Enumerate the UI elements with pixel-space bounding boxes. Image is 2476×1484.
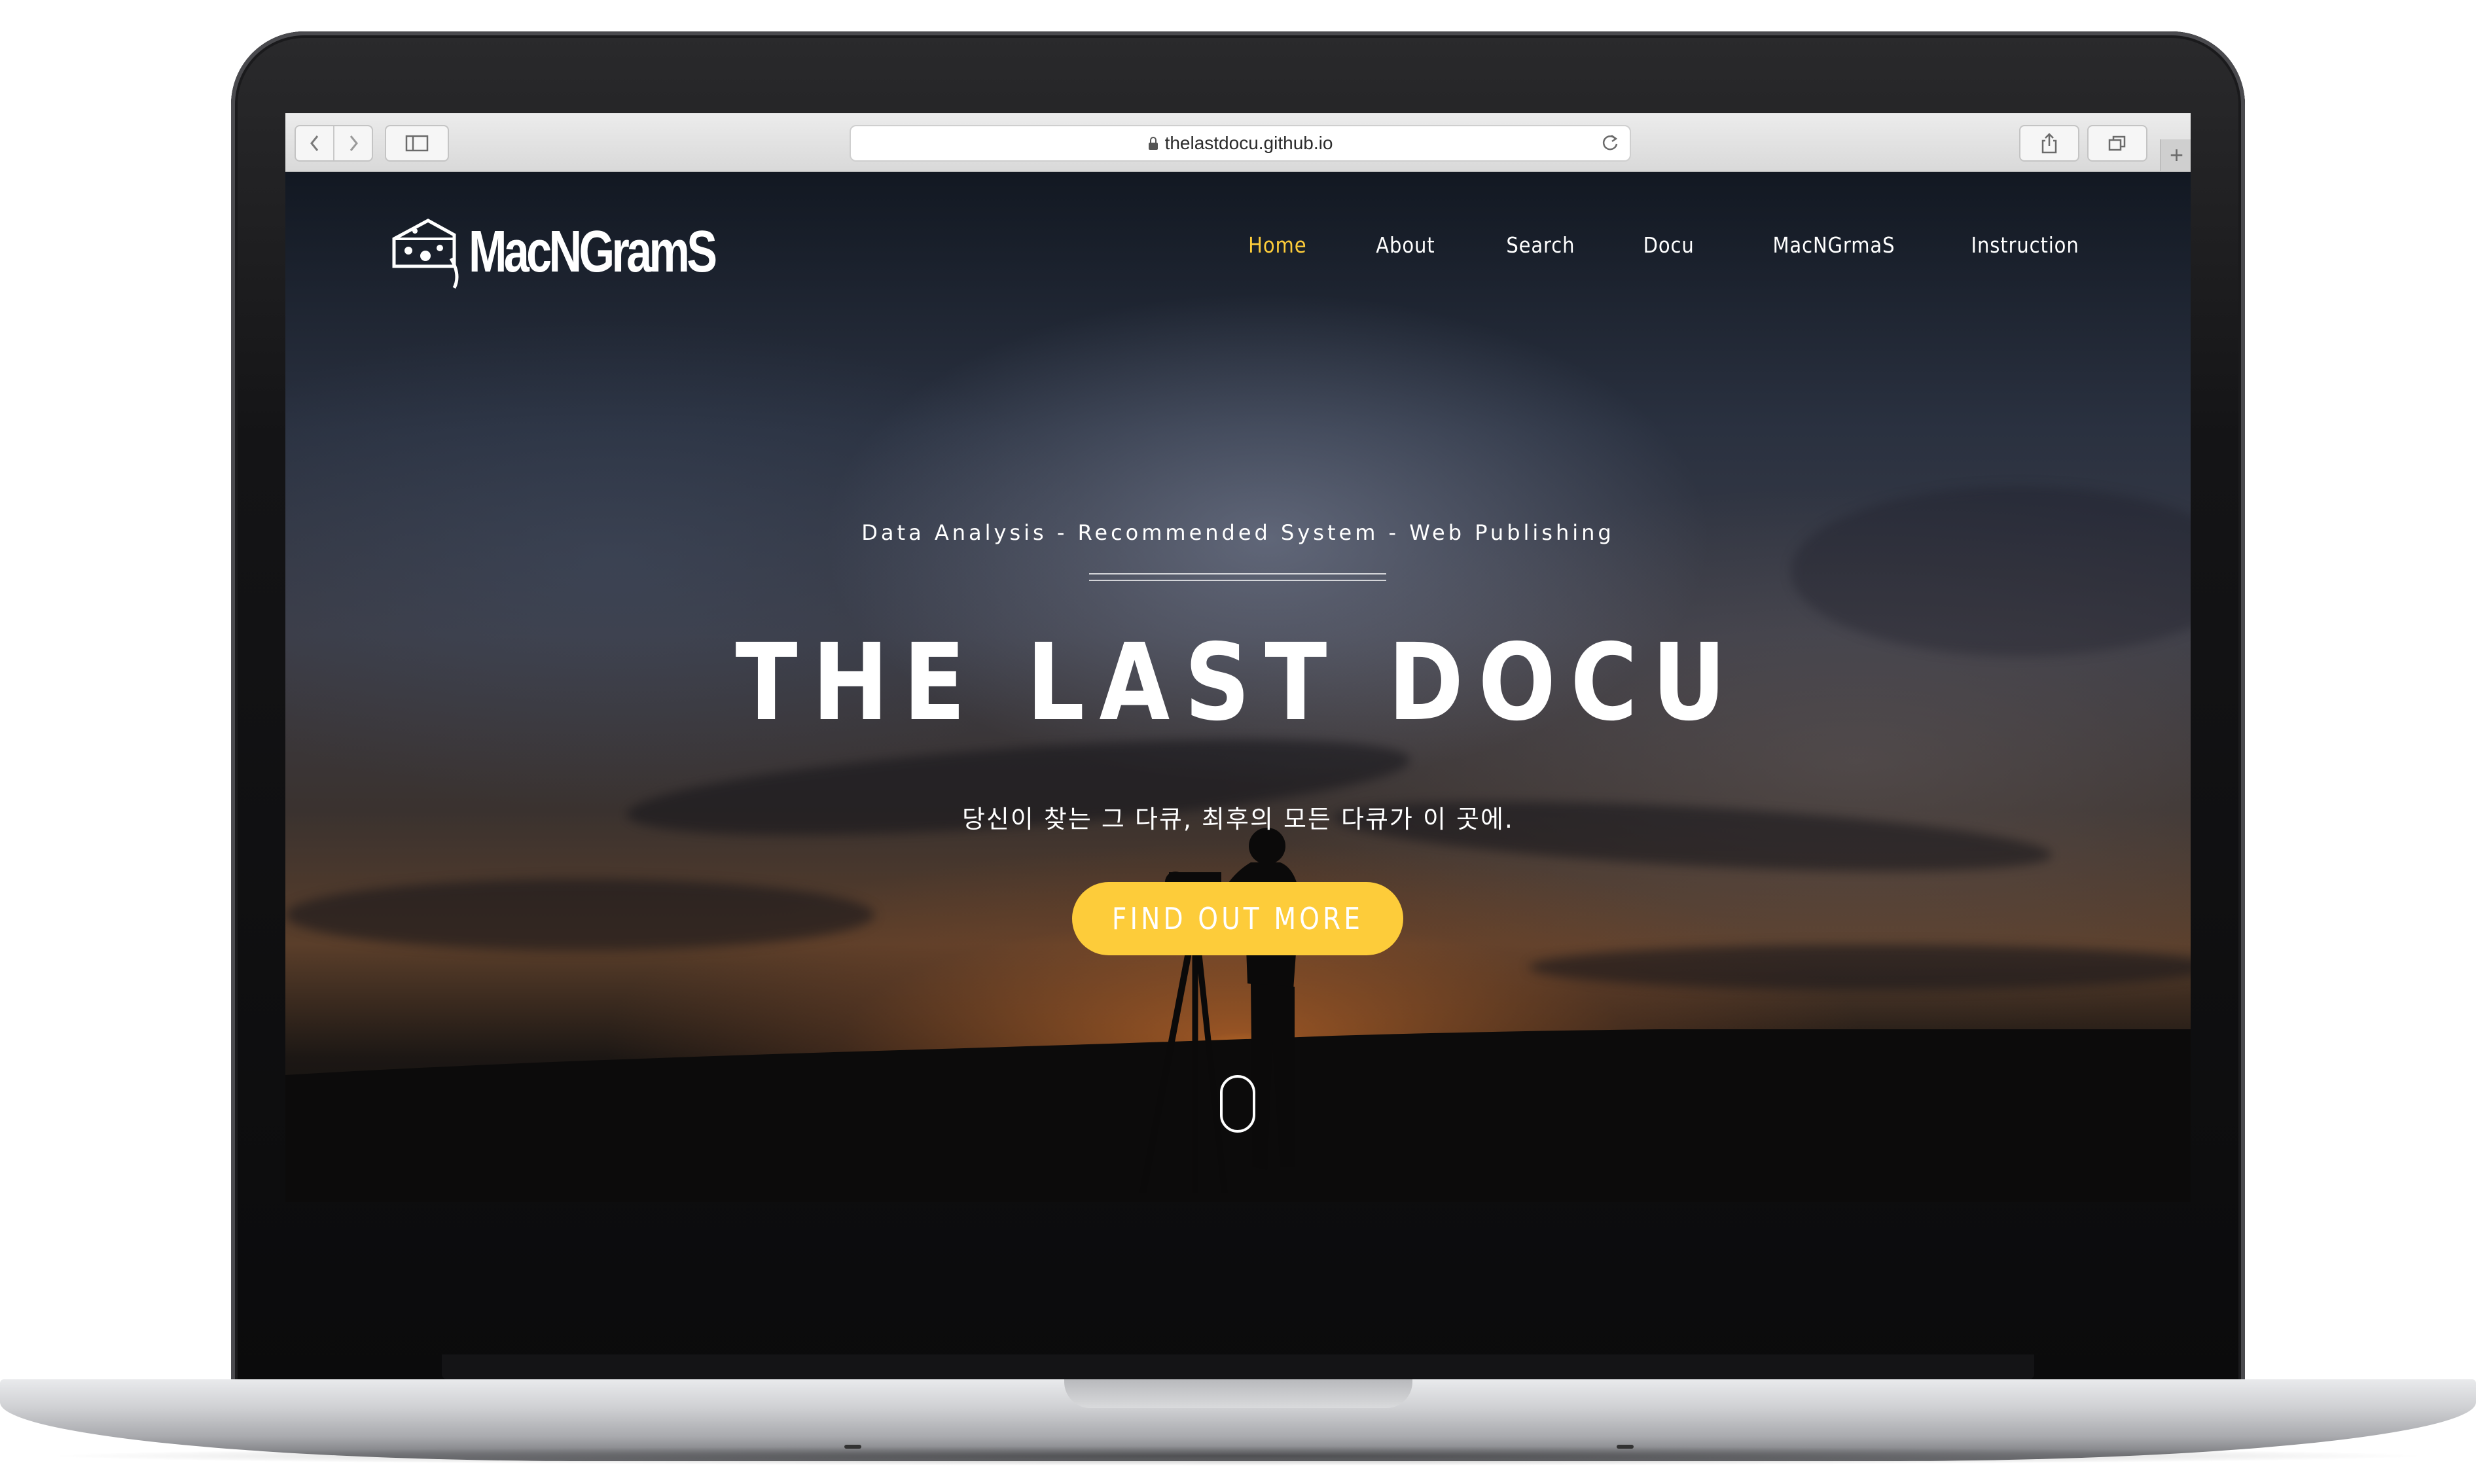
url-text: thelastdocu.github.io bbox=[1164, 133, 1333, 153]
hero-divider bbox=[1089, 573, 1386, 581]
tabs-icon bbox=[2108, 135, 2126, 151]
back-button[interactable] bbox=[296, 126, 333, 160]
plus-icon: + bbox=[2169, 141, 2184, 168]
tabs-button[interactable] bbox=[2087, 125, 2147, 162]
chevron-right-icon bbox=[350, 135, 358, 151]
logo-text: MacNGramS bbox=[469, 219, 717, 285]
history-nav-group bbox=[295, 125, 373, 162]
nav-item-home[interactable]: Home bbox=[1248, 232, 1306, 258]
nav-item-macngrmas[interactable]: MacNGrmaS bbox=[1772, 232, 1895, 258]
sidebar-icon bbox=[405, 135, 429, 152]
nav-item-instruction[interactable]: Instruction bbox=[1971, 232, 2079, 258]
share-icon bbox=[2041, 133, 2057, 154]
hero-description: 당신이 찾는 그 다큐, 최후의 모든 다큐가 이 곳에. bbox=[961, 805, 1515, 834]
cloud bbox=[285, 879, 874, 951]
reload-icon bbox=[1602, 134, 1618, 150]
hero-title: THE LAST DOCU bbox=[735, 622, 1741, 745]
site-logo[interactable]: MacNGramS bbox=[389, 213, 783, 291]
hero-subtitle: Data Analysis - Recommended System - Web… bbox=[861, 520, 1615, 545]
nav-item-docu[interactable]: Docu bbox=[1643, 232, 1695, 258]
lock-icon bbox=[1148, 136, 1158, 150]
browser-toolbar: thelastdocu.github.io + bbox=[285, 113, 2191, 172]
nav-item-about[interactable]: About bbox=[1376, 232, 1435, 258]
share-button[interactable] bbox=[2019, 125, 2079, 162]
forward-button[interactable] bbox=[333, 126, 372, 160]
hero-section: MacNGramS Home About Search Docu MacNGrm… bbox=[285, 172, 2191, 1202]
cheese-icon bbox=[392, 219, 459, 289]
nav-item-search[interactable]: Search bbox=[1506, 232, 1575, 258]
laptop-hinge bbox=[442, 1354, 2034, 1379]
photographer-silhouette bbox=[1139, 828, 1300, 1193]
reload-button[interactable] bbox=[1601, 133, 1619, 157]
laptop-screen: thelastdocu.github.io + MacNGramS Home A… bbox=[285, 113, 2191, 1202]
mouse-scroll-icon[interactable] bbox=[1220, 1075, 1255, 1133]
find-out-more-label: FIND OUT MORE bbox=[1111, 901, 1364, 936]
address-bar[interactable]: thelastdocu.github.io bbox=[850, 125, 1631, 162]
new-tab-button[interactable]: + bbox=[2160, 139, 2191, 171]
find-out-more-button[interactable]: FIND OUT MORE bbox=[1072, 882, 1403, 955]
main-nav: Home About Search Docu MacNGrmaS Instruc… bbox=[1179, 232, 2079, 258]
laptop-notch bbox=[1064, 1379, 1412, 1408]
laptop-shadow bbox=[39, 1446, 2437, 1466]
cloud bbox=[1529, 944, 2191, 990]
sidebar-button[interactable] bbox=[385, 125, 449, 162]
chevron-left-icon bbox=[310, 135, 318, 151]
scroll-wheel bbox=[1237, 1087, 1238, 1096]
